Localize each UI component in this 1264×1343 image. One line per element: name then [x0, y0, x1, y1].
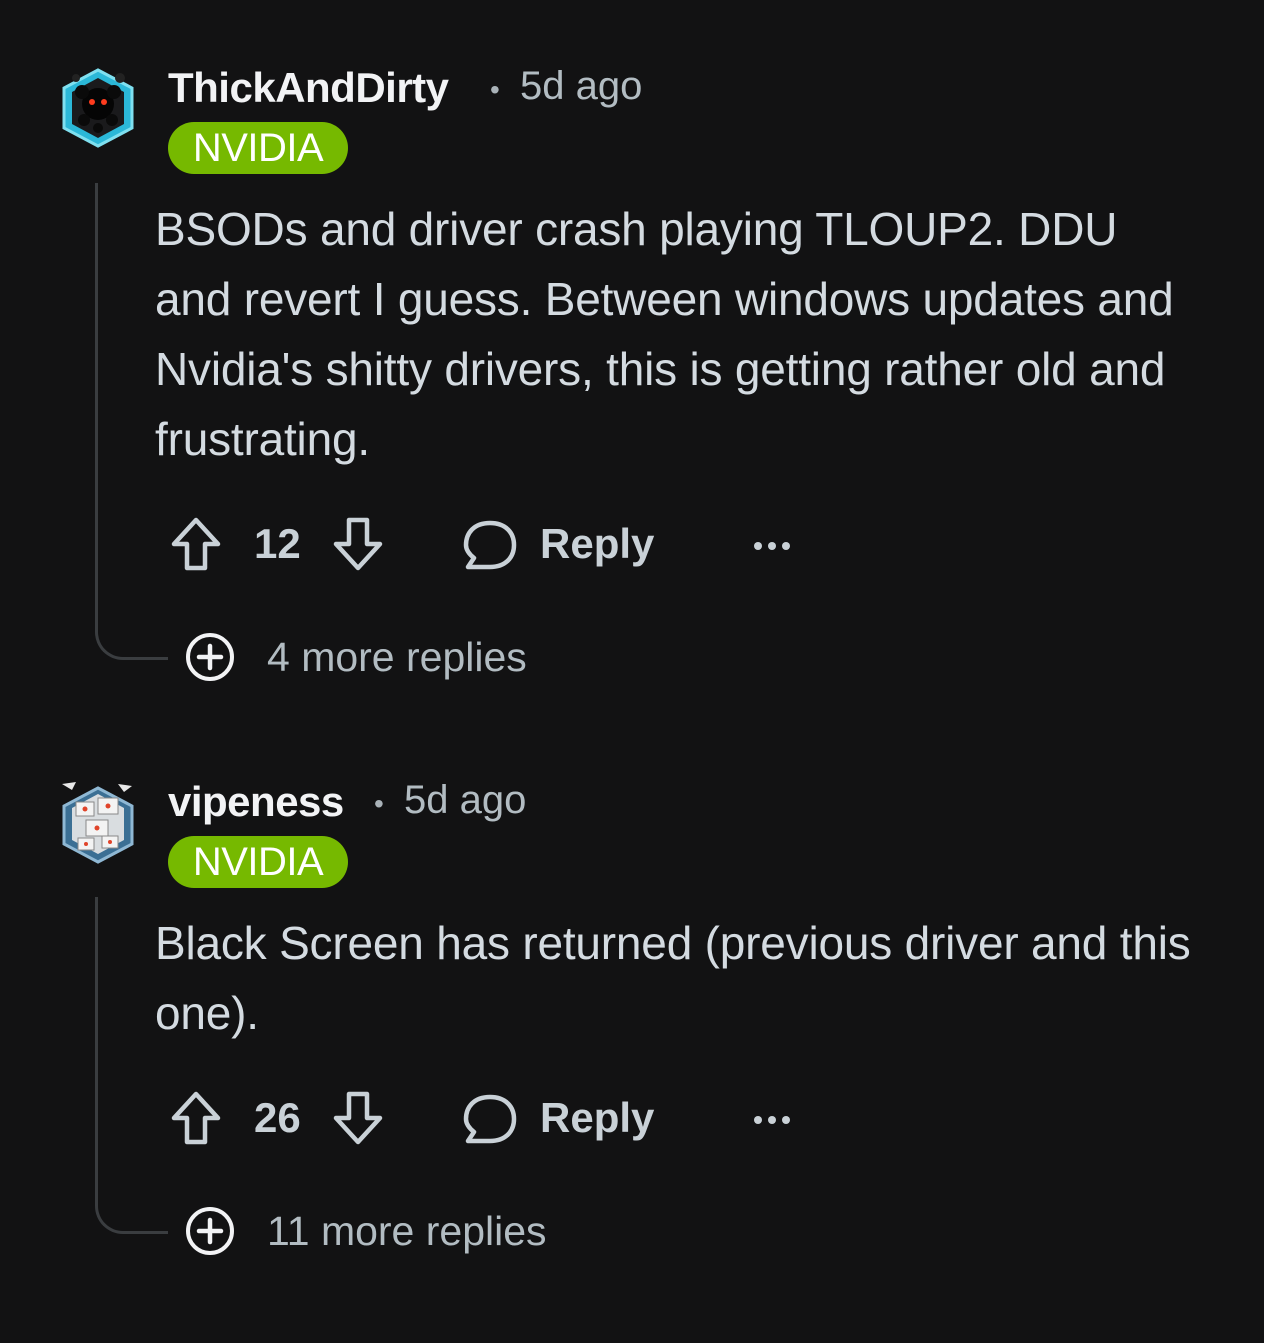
- comment-username[interactable]: vipeness: [168, 778, 344, 826]
- more-replies-button[interactable]: 11 more replies: [185, 1206, 605, 1258]
- reply-button[interactable]: Reply: [462, 1088, 672, 1148]
- comment-actions: 12 Reply: [168, 514, 808, 574]
- plus-circle-icon: [186, 1207, 234, 1255]
- upvote-icon[interactable]: [168, 514, 224, 574]
- more-replies-button[interactable]: 4 more replies: [185, 632, 585, 684]
- upvote-icon[interactable]: [168, 1088, 224, 1148]
- comment-username[interactable]: ThickAndDirty: [168, 64, 449, 112]
- vote-score: 12: [254, 520, 301, 567]
- comment-bubble-icon: [463, 1094, 517, 1144]
- reply-button[interactable]: Reply: [462, 514, 672, 574]
- downvote-icon[interactable]: [330, 1088, 386, 1148]
- comment-timestamp: 5d ago: [520, 64, 643, 108]
- more-replies-label: 4 more replies: [267, 634, 527, 680]
- more-options-icon[interactable]: [752, 536, 792, 556]
- comment-body: BSODs and driver crash playing TLOUP2. D…: [155, 203, 1174, 465]
- comment-timestamp: 5d ago: [404, 778, 527, 822]
- reply-label: Reply: [540, 1094, 655, 1141]
- more-options-icon[interactable]: [752, 1110, 792, 1130]
- meta-separator: •: [374, 788, 384, 819]
- user-avatar-icon[interactable]: [58, 66, 138, 150]
- user-avatar-icon[interactable]: [58, 780, 138, 864]
- comment-body: Black Screen has returned (previous driv…: [155, 917, 1191, 1039]
- comment-bubble-icon: [463, 520, 517, 570]
- user-flair-badge: NVIDIA: [168, 836, 348, 888]
- vote-score: 26: [254, 1094, 301, 1141]
- reply-label: Reply: [540, 520, 655, 567]
- comment-actions: 26 Reply: [168, 1088, 808, 1148]
- plus-circle-icon: [186, 633, 234, 681]
- meta-separator: •: [490, 74, 500, 105]
- user-flair-badge: NVIDIA: [168, 122, 348, 174]
- downvote-icon[interactable]: [330, 514, 386, 574]
- more-replies-label: 11 more replies: [267, 1208, 547, 1254]
